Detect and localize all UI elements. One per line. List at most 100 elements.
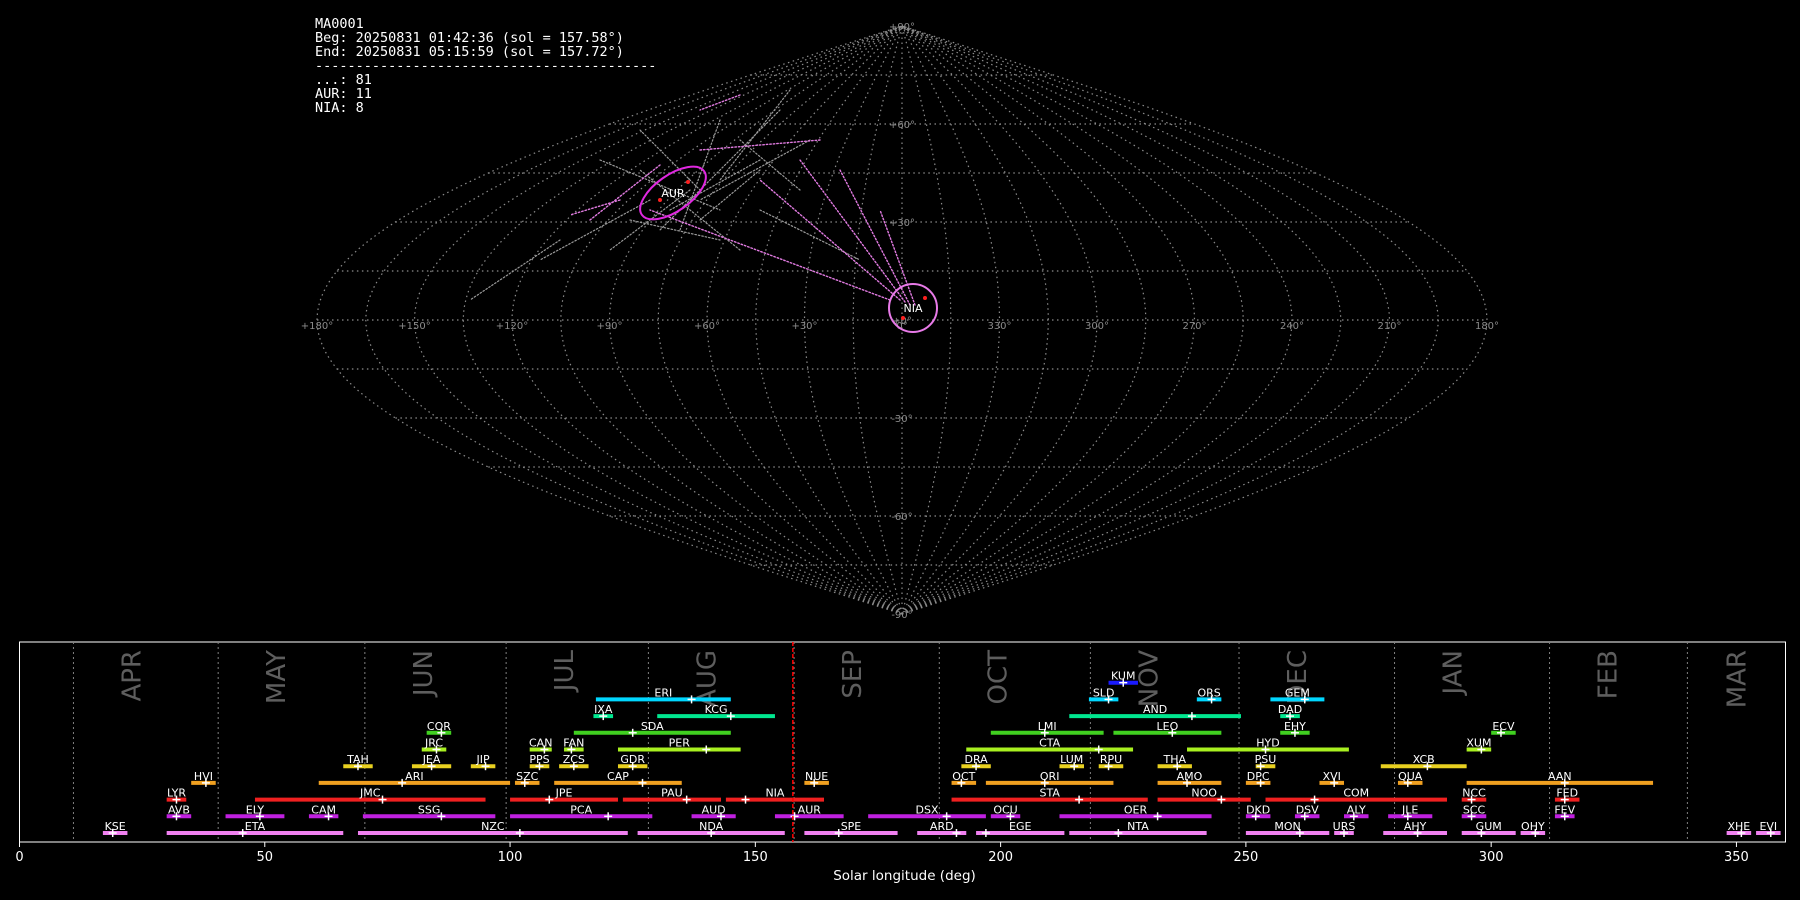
shower-label: ALY bbox=[1347, 803, 1366, 816]
observation-summary: MA0001 Beg: 20250831 01:42:36 (sol = 157… bbox=[315, 17, 656, 115]
shower-label: LUM bbox=[1060, 753, 1083, 766]
shower-label: DRA bbox=[964, 753, 988, 766]
shower-label: GEM bbox=[1285, 686, 1310, 699]
shower-label: XCB bbox=[1413, 753, 1435, 766]
shower-label: COR bbox=[427, 720, 451, 733]
shower-label: ORS bbox=[1197, 686, 1220, 699]
month-label: FEB bbox=[1594, 650, 1624, 699]
separator-line: ----------------------------------------… bbox=[315, 58, 657, 74]
shower-label: CAP bbox=[607, 770, 629, 783]
x-tick-label: 300 bbox=[1479, 850, 1504, 865]
shower-label: STA bbox=[1039, 787, 1060, 800]
meteor-track-shower bbox=[799, 159, 906, 303]
shower-label: NTA bbox=[1127, 820, 1149, 833]
shower-label: LEO bbox=[1157, 720, 1179, 733]
x-tick-label: 50 bbox=[257, 850, 274, 865]
shower-label: FEV bbox=[1554, 803, 1575, 816]
radiant-point bbox=[901, 316, 905, 320]
meteor-track-shower bbox=[569, 199, 621, 216]
shower-label: AMO bbox=[1177, 770, 1203, 783]
shower-label: PCA bbox=[570, 803, 592, 816]
month-label: MAR bbox=[1722, 650, 1752, 708]
meteor-track bbox=[469, 239, 561, 301]
radiant-label-aur: AUR bbox=[661, 187, 685, 200]
shower-label: THA bbox=[1163, 753, 1187, 766]
shower-label: DPC bbox=[1247, 770, 1270, 783]
meteor-track bbox=[599, 159, 721, 211]
lon-tick-label: +180° bbox=[301, 321, 333, 332]
shower-label: AHY bbox=[1404, 820, 1427, 833]
shower-label: SCC bbox=[1463, 803, 1486, 816]
shower-label: GUM bbox=[1476, 820, 1502, 833]
lon-tick-label: +60° bbox=[694, 321, 720, 332]
shower-label: ELY bbox=[246, 803, 265, 816]
lon-tick-label: 270° bbox=[1182, 321, 1206, 332]
shower-label: NDA bbox=[699, 820, 724, 833]
shower-label: OHY bbox=[1521, 820, 1545, 833]
lat-tick-label: -60° bbox=[891, 512, 912, 523]
month-label: JAN bbox=[1439, 650, 1469, 696]
shower-label: ERI bbox=[654, 686, 672, 699]
meteor-track bbox=[739, 139, 801, 191]
lat-tick-label: -90° bbox=[891, 610, 912, 621]
end-time: End: 20250831 05:15:59 (sol = 157.72°) bbox=[315, 44, 624, 60]
shower-label: JLE bbox=[1401, 803, 1418, 816]
shower-label: XHE bbox=[1728, 820, 1751, 833]
shower-label: DSV bbox=[1296, 803, 1319, 816]
shower-label: SLD bbox=[1093, 686, 1115, 699]
shower-label: JMC bbox=[359, 787, 381, 800]
x-axis-label: Solar longitude (deg) bbox=[833, 868, 976, 884]
month-label: APR bbox=[118, 650, 148, 702]
grid-meridian bbox=[901, 25, 1391, 615]
shower-label: HVI bbox=[194, 770, 213, 783]
meteor-track-shower bbox=[759, 179, 901, 301]
shower-label: DAD bbox=[1278, 703, 1302, 716]
shower-label: KCG bbox=[705, 703, 728, 716]
meteor-track bbox=[699, 139, 811, 201]
shower-label: RPU bbox=[1100, 753, 1122, 766]
month-label: OCT bbox=[983, 650, 1013, 705]
shower-timeline-chart: APR MAY JUN JUL AUG SEP OCT NOV DEC JAN FEB MARKUME… bbox=[15, 641, 1786, 884]
lon-tick-label: +90° bbox=[596, 321, 622, 332]
shower-label: NOO bbox=[1191, 787, 1217, 800]
month-label: JUL bbox=[550, 649, 580, 693]
month-label: NOV bbox=[1134, 650, 1164, 707]
shower-label: SSG bbox=[418, 803, 441, 816]
month-label: SEP bbox=[838, 650, 868, 699]
radiant-point bbox=[923, 296, 927, 300]
shower-label: PAU bbox=[661, 787, 683, 800]
lon-tick-label: 210° bbox=[1377, 321, 1401, 332]
shower-label: PER bbox=[669, 737, 691, 750]
shower-label: AUR bbox=[798, 803, 822, 816]
shower-label: PPS bbox=[529, 753, 549, 766]
shower-label: DSX bbox=[916, 803, 939, 816]
shower-label: SDA bbox=[641, 720, 664, 733]
meteor-track-shower bbox=[699, 94, 741, 111]
shower-label: ETA bbox=[245, 820, 266, 833]
meteor-track bbox=[679, 119, 721, 231]
shower-label: FAN bbox=[563, 737, 584, 750]
shower-label: URS bbox=[1333, 820, 1356, 833]
shower-label: NZC bbox=[481, 820, 505, 833]
shower-label: FED bbox=[1556, 787, 1578, 800]
shower-label: OCU bbox=[993, 803, 1017, 816]
x-tick-label: 100 bbox=[498, 850, 523, 865]
meteor-track bbox=[759, 209, 861, 261]
shower-label: AND bbox=[1143, 703, 1167, 716]
month-label: MAY bbox=[262, 650, 292, 704]
radiant-sky-map: +180° +150° +120° +90° +60° +30° 0° 330° 300° 270… bbox=[301, 22, 1499, 621]
radiant-label-nia: NIA bbox=[904, 302, 923, 315]
shower-label: MON bbox=[1274, 820, 1300, 833]
x-tick-label: 0 bbox=[15, 850, 23, 865]
meteor-track-shower bbox=[589, 164, 661, 221]
shower-label: GDR bbox=[620, 753, 645, 766]
shower-label: KUM bbox=[1111, 670, 1135, 683]
count-sporadic: ...: 81 bbox=[315, 72, 372, 88]
shower-label: EHY bbox=[1284, 720, 1306, 733]
lat-tick-label: +90° bbox=[889, 22, 915, 33]
station-id: MA0001 bbox=[315, 16, 364, 32]
lon-tick-label: +120° bbox=[496, 321, 528, 332]
shower-label: LMI bbox=[1038, 720, 1057, 733]
shower-label: KSE bbox=[105, 820, 126, 833]
month-label: JUN bbox=[409, 650, 439, 698]
